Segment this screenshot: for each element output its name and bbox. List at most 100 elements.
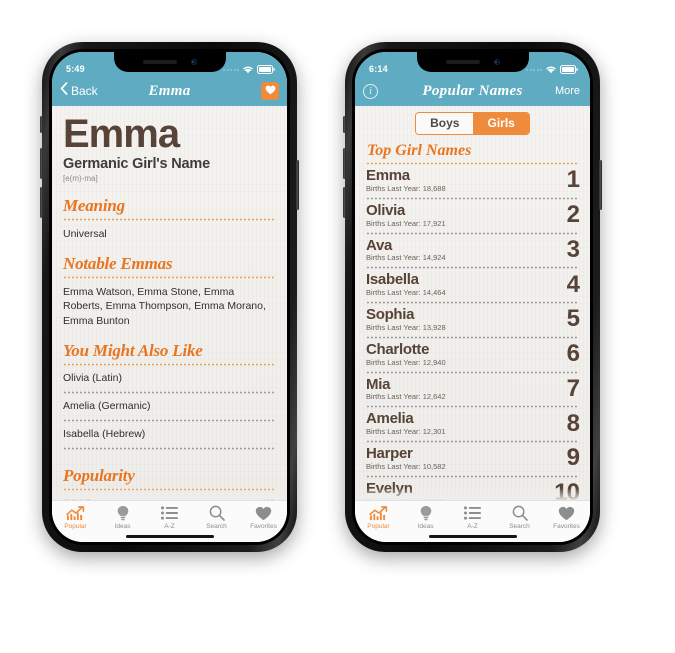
name-list-row[interactable]: Harper Births Last Year: 10,582 9 <box>366 443 580 473</box>
phone-bezel-left: 5:49 Back Emma Emma Germanic Girl's Name… <box>49 49 290 545</box>
names-list-content[interactable]: Boys Girls Top Girl Names Emma Births Las… <box>355 106 590 500</box>
name-list-row[interactable]: Charlotte Births Last Year: 12,940 6 <box>366 339 580 369</box>
status-time: 6:14 <box>369 64 388 74</box>
name-label: Harper <box>366 445 413 462</box>
name-row-text: Sophia Births Last Year: 13,928 <box>366 307 446 332</box>
heart-icon <box>255 505 272 521</box>
signal-dots-icon <box>223 68 239 71</box>
tab-label: A-Z <box>467 523 478 530</box>
volume-up-button-left[interactable] <box>40 148 43 179</box>
name-row-text: Emma Births Last Year: 18,688 <box>366 168 446 193</box>
lightbulb-icon <box>116 505 130 521</box>
pronunciation-label: [e(m)-ma] <box>63 174 98 183</box>
volume-down-button-left[interactable] <box>40 187 43 218</box>
name-row-text: Isabella Births Last Year: 14,464 <box>366 272 446 297</box>
names-list: Emma Births Last Year: 18,688 1 Olivia Birth… <box>366 165 580 500</box>
front-camera-icon <box>190 59 197 65</box>
detail-content-left[interactable]: Emma Germanic Girl's Name [e(m)-ma] Mean… <box>52 106 287 500</box>
name-list-row[interactable]: Sophia Births Last Year: 13,928 5 <box>366 304 580 334</box>
tab-ideas[interactable]: Ideas <box>100 505 146 530</box>
tab-label: Ideas <box>417 523 434 530</box>
name-heading: Emma <box>63 112 180 156</box>
also-like-item[interactable]: Olivia (Latin) <box>63 366 276 389</box>
home-indicator[interactable] <box>428 534 517 538</box>
battery-icon <box>257 65 275 74</box>
tab-a-z[interactable]: A-Z <box>147 505 193 530</box>
chart-trend-icon <box>369 505 388 521</box>
name-list-row[interactable]: Emma Births Last Year: 18,688 1 <box>366 165 580 195</box>
name-row-text: Amelia Births Last Year: 12,301 <box>366 411 446 436</box>
tab-ideas[interactable]: Ideas <box>403 505 449 530</box>
tab-favorites[interactable]: Favorites <box>544 505 590 530</box>
tab-popular[interactable]: Popular <box>356 505 402 530</box>
popularity-row[interactable]: 2018 [18,688 Emmas Born] #1 <box>63 491 276 500</box>
section-heading-popularity: Popularity <box>63 465 135 485</box>
name-row-text: Ava Births Last Year: 14,924 <box>366 236 446 262</box>
tab-label: Ideas <box>114 523 131 530</box>
list-heading: Top Girl Names <box>367 142 472 159</box>
births-label: Births Last Year: 12,301 <box>366 427 446 436</box>
section-heading-also-like: You Might Also Like <box>63 340 203 360</box>
name-list-row[interactable]: Isabella Births Last Year: 14,464 4 <box>366 269 580 299</box>
notable-text: Emma Watson, Emma Stone, Emma Roberts, E… <box>63 286 266 327</box>
power-button-left[interactable] <box>296 160 299 210</box>
tab-label: Favorites <box>250 523 277 530</box>
signal-dots-icon <box>526 68 542 71</box>
name-row-text: Harper Births Last Year: 10,582 <box>366 446 446 471</box>
tab-bar-right: Popular Ideas A-Z Search Favorites <box>355 500 590 542</box>
home-indicator[interactable] <box>125 534 214 538</box>
magnifier-icon <box>209 505 225 521</box>
silent-switch-right[interactable] <box>343 116 346 133</box>
name-origin-label: Germanic Girl's Name <box>63 156 210 172</box>
more-label: More <box>554 85 580 97</box>
back-button[interactable]: Back <box>60 82 98 100</box>
tab-label: Popular <box>64 523 87 530</box>
tab-popular[interactable]: Popular <box>53 505 99 530</box>
also-like-item[interactable]: Amelia (Germanic) <box>63 394 276 417</box>
silent-switch-left[interactable] <box>40 116 43 133</box>
tab-label: Popular <box>367 523 390 530</box>
nav-bar-right: i Popular Names More <box>355 76 590 106</box>
gender-segmented-control[interactable]: Boys Girls <box>355 106 590 138</box>
births-label: Births Last Year: 10,582 <box>366 461 446 471</box>
rank-number: 5 <box>566 305 580 333</box>
rank-number: 4 <box>566 270 580 298</box>
name-list-row[interactable]: Olivia Births Last Year: 17,921 2 <box>366 200 580 230</box>
status-indicators <box>223 65 275 74</box>
favorite-button[interactable] <box>261 82 279 100</box>
rank-number: 9 <box>566 444 580 472</box>
name-list-row[interactable]: Ava Births Last Year: 14,924 3 <box>366 235 580 265</box>
rank-number: 10 <box>554 479 580 500</box>
more-button[interactable]: More <box>555 85 582 97</box>
tab-search[interactable]: Search <box>497 505 543 530</box>
tab-search[interactable]: Search <box>194 505 240 530</box>
power-button-right[interactable] <box>599 160 602 210</box>
births-label: Births Last Year: 12,642 <box>366 392 446 402</box>
volume-down-button-right[interactable] <box>343 187 346 218</box>
tab-a-z[interactable]: A-Z <box>450 505 496 530</box>
name-row-text: Olivia Births Last Year: 17,921 <box>366 201 446 227</box>
magnifier-icon <box>512 505 528 521</box>
rank-number: 2 <box>566 201 580 229</box>
notch-right <box>416 52 529 72</box>
chevron-left-icon <box>60 82 68 100</box>
also-like-item[interactable]: Isabella (Hebrew) <box>63 422 276 445</box>
phone-screen-left: 5:49 Back Emma Emma Germanic Girl's Name… <box>52 52 287 542</box>
births-label: Births Last Year: 13,928 <box>366 322 446 332</box>
tab-favorites[interactable]: Favorites <box>241 505 287 530</box>
name-label: Olivia <box>366 201 406 219</box>
name-label: Ava <box>366 236 393 254</box>
segment-girls[interactable]: Girls <box>473 113 529 134</box>
name-label: Amelia <box>366 410 414 428</box>
volume-up-button-right[interactable] <box>343 148 346 179</box>
births-label: Births Last Year: 14,464 <box>366 288 446 297</box>
name-list-row[interactable]: Mia Births Last Year: 12,642 7 <box>366 374 580 404</box>
name-list-row[interactable]: EvelynBirths Last Year: 10,376 10 <box>366 478 580 500</box>
name-list-row[interactable]: Amelia Births Last Year: 12,301 8 <box>366 408 580 438</box>
list-icon <box>464 505 481 521</box>
phone-device-right: 6:14 i Popular Names More Boys Girls Top… <box>343 42 602 552</box>
tab-bar-left: Popular Ideas A-Z Search Favorites <box>52 500 287 542</box>
divider-dotted <box>63 218 276 221</box>
segment-boys[interactable]: Boys <box>416 113 474 134</box>
info-button[interactable]: i <box>363 83 378 99</box>
